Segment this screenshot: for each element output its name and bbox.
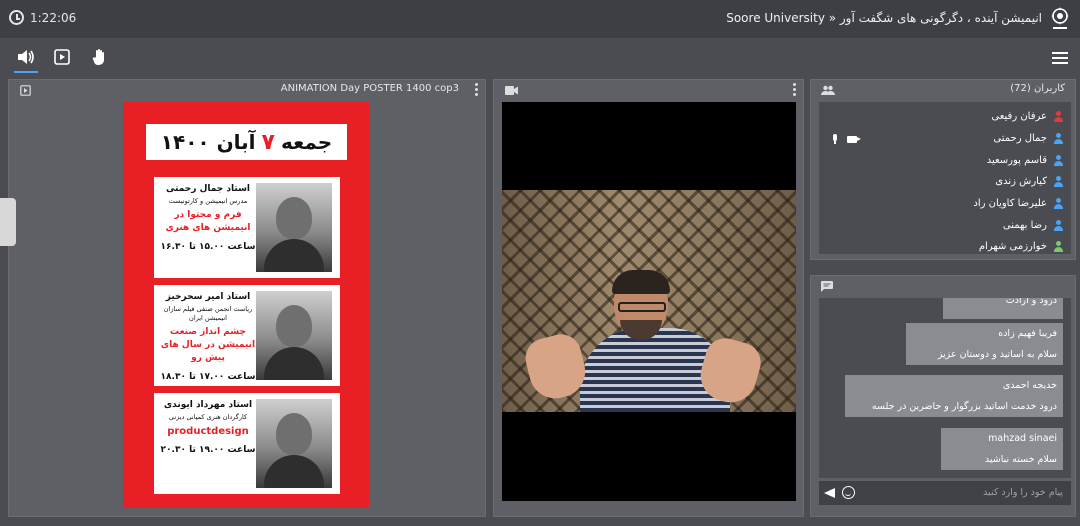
chat-message: درود و ارادت [943,298,1063,319]
video-panel [493,79,804,517]
speaker-topic: چشم انداز صنعت انیمیشن در سال های پیش رو [160,327,256,363]
user-item[interactable]: قاسم پورسعید [819,149,1071,171]
send-icon[interactable] [824,488,835,498]
user-item[interactable]: عرفان رفیعی [819,106,1071,128]
user-name: کیارش زندی [995,176,1047,188]
users-count-title: کاربران (72) [1010,83,1065,94]
user-name: رضا بهمنی [1002,219,1047,231]
speaker-time: ساعت ۱۵.۰۰ تا ۱۶.۳۰ [160,242,256,252]
chat-message: فریبا فهیم زاده سلام به اساتید و دوستان … [906,323,1063,365]
toolbar [0,38,1080,76]
speaker-photo [256,183,332,272]
poster-date-header: جمعه ۷ آبان ۱۴۰۰ [146,124,347,160]
user-avatar-icon [1053,133,1063,145]
webcam-frame [502,190,796,412]
presentation-file-name: ANIMATION Day POSTER 1400 cop3 [280,83,459,94]
speaker-topic: productdesign [167,426,249,437]
speaker-role: کارگردان هنری کمپانی دیزنی [168,413,248,421]
chat-message: mahzad sinaei سلام خسته نباشید [941,428,1063,470]
user-item[interactable]: خوارزمی شهرام [819,236,1071,258]
chat-input-field[interactable]: پیام خود را وارد کنید [819,481,1071,505]
speaker-photo [256,399,332,488]
user-item[interactable]: جمال رحمتی [819,128,1071,150]
user-item[interactable]: کیارش زندی [819,171,1071,193]
chat-message-text: درود خدمت اساتید بزرگوار و حاضرین در جلس… [871,401,1057,412]
user-avatar-icon [1053,111,1063,123]
poster-month-year: آبان ۱۴۰۰ [160,130,256,154]
user-avatar-icon [1053,198,1063,210]
poster-day: جمعه [280,130,333,154]
chat-messages: درود و ارادت فریبا فهیم زاده سلام به اسا… [819,298,1071,478]
chat-panel-header [811,276,1075,296]
video-options-icon[interactable] [793,83,797,98]
speaker-icon[interactable] [14,47,38,73]
chat-input-placeholder: پیام خود را وارد کنید [983,487,1063,498]
user-avatar-icon [1053,176,1063,188]
user-name: خوارزمی شهرام [978,241,1047,253]
speaker-time: ساعت ۱۹.۰۰ تا ۲۰.۳۰ [160,445,256,455]
chat-message-author: خدیجه احمدی [1002,380,1057,391]
video-camera-icon [505,86,518,95]
webcam-video[interactable] [502,102,796,501]
chat-message-text: درود و ارادت [1005,298,1057,306]
university-logo [1051,7,1069,29]
presentation-panel-icon [20,85,31,96]
user-name: جمال رحمتی [993,133,1047,145]
user-avatar-icon [1053,154,1063,166]
users-panel: کاربران (72) عرفان رفیعی جمال رحمتی قاسم… [810,79,1076,260]
users-icon [821,85,835,95]
chat-message: خدیجه احمدی درود خدمت اساتید بزرگوار و ح… [845,375,1063,417]
poster-day-number: ۷ [261,129,275,155]
user-name: عرفان رفیعی [991,111,1047,123]
event-poster: جمعه ۷ آبان ۱۴۰۰ استاد جمال رحمتی مدرس ا… [123,102,369,508]
top-bar: 1:22:06 Soore University » انیمیشن آینده… [0,0,1080,38]
user-avatar-icon [1053,241,1063,253]
speaker-topic: فرم و محتوا در انیمیشن های هنری [165,210,251,233]
presentation-options-icon[interactable] [475,83,479,98]
chat-message-text: سلام خسته نباشید [984,454,1057,465]
user-item[interactable]: رضا بهمنی [819,214,1071,236]
chat-message-text: سلام به اساتید و دوستان عزیز [937,349,1057,360]
chat-icon [821,281,833,292]
chat-panel: درود و ارادت فریبا فهیم زاده سلام به اسا… [810,275,1076,517]
speaker-card: استاد جمال رحمتی مدرس انیمیشن و کارتونیس… [154,177,340,278]
session-timer: 1:22:06 [9,10,76,25]
menu-icon[interactable] [1052,52,1068,64]
timer-text: 1:22:06 [30,10,77,25]
speaker-name: استاد مهرداد ایوندی [163,400,253,410]
speaker-photo [256,291,332,380]
speaker-card: استاد مهرداد ایوندی کارگردان هنری کمپانی… [154,393,340,494]
sidebar-toggle-handle[interactable] [0,198,16,246]
speaker-card: استاد امیر سحرخیز ریاست انجمن صنفی فیلم … [154,285,340,386]
speaker-name: استاد امیر سحرخیز [165,292,251,302]
meeting-title: Soore University » انیمیشن آینده ، دگرگو… [726,11,1042,25]
microphone-icon [831,133,839,145]
users-panel-header: کاربران (72) [811,80,1075,100]
camera-icon [847,135,861,143]
speaker-name: استاد جمال رحمتی [165,184,251,194]
user-item[interactable]: علیرضا کاویان راد [819,193,1071,215]
presentation-icon[interactable] [52,47,72,67]
users-list: عرفان رفیعی جمال رحمتی قاسم پورسعید کیار… [819,102,1071,254]
chat-message-author: mahzad sinaei [988,433,1057,444]
emoji-icon[interactable] [842,486,855,499]
video-panel-header [494,80,803,100]
user-name: علیرضا کاویان راد [973,198,1047,210]
presentation-panel: ANIMATION Day POSTER 1400 cop3 جمعه ۷ آب… [8,79,486,517]
clock-icon [9,10,24,25]
user-avatar-icon [1053,219,1063,231]
speaker-time: ساعت ۱۷.۰۰ تا ۱۸.۳۰ [160,372,256,382]
user-name: قاسم پورسعید [986,154,1047,166]
chat-message-author: فریبا فهیم زاده [998,328,1057,339]
speaker-role: ریاست انجمن صنفی فیلم سازان انیمیشن ایرا… [163,305,253,322]
raise-hand-icon[interactable] [90,47,110,67]
speaker-role: مدرس انیمیشن و کارتونیست [168,197,248,205]
presentation-panel-header: ANIMATION Day POSTER 1400 cop3 [9,80,485,100]
